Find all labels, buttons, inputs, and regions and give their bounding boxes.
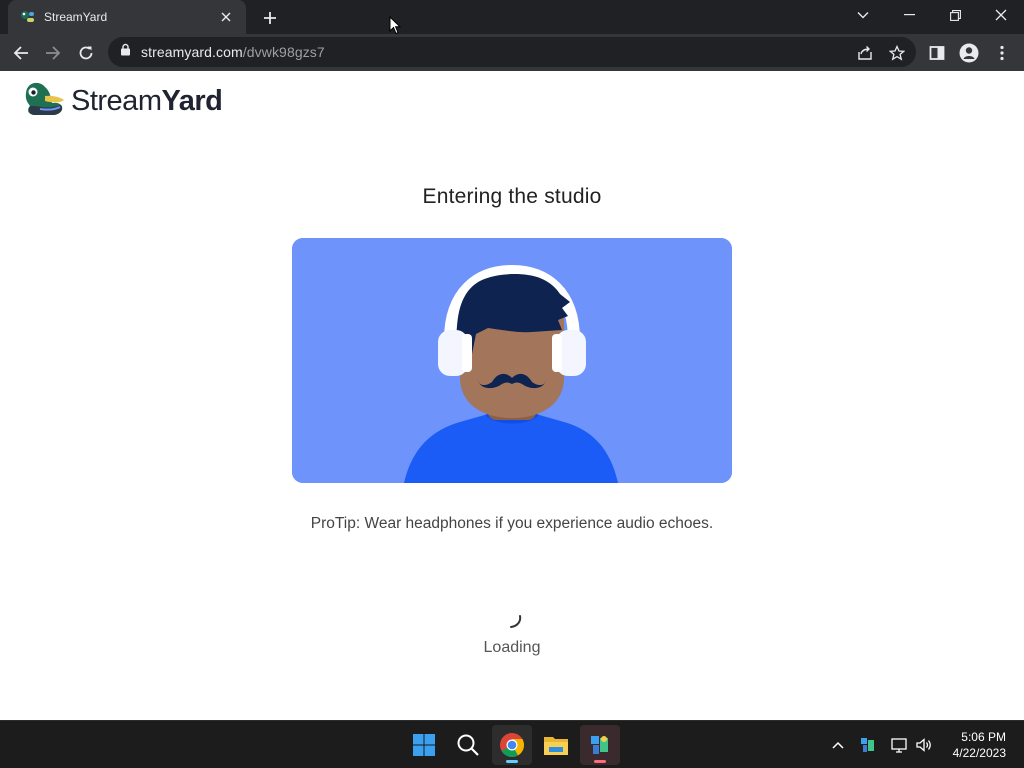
streamyard-favicon-icon	[20, 9, 36, 25]
share-icon[interactable]	[854, 42, 876, 64]
loading-text: Loading	[483, 639, 541, 656]
volume-icon[interactable]	[914, 735, 934, 755]
headphones-illustration	[292, 238, 732, 483]
browser-toolbar: streamyard.com/dvwk98gzs7	[0, 34, 1024, 71]
close-window-icon[interactable]	[978, 0, 1024, 30]
reload-icon[interactable]	[73, 40, 99, 66]
chevron-up-icon[interactable]	[828, 735, 848, 755]
protip-text: ProTip: Wear headphones if you experienc…	[310, 515, 714, 532]
streamyard-app-icon[interactable]	[580, 725, 620, 765]
url-text: streamyard.com/dvwk98gzs7	[141, 44, 325, 60]
search-icon[interactable]	[448, 725, 488, 765]
file-explorer-icon[interactable]	[536, 725, 576, 765]
address-bar[interactable]: streamyard.com/dvwk98gzs7	[108, 37, 916, 67]
start-icon[interactable]	[404, 725, 444, 765]
logo-text-bold: Yard	[161, 85, 223, 117]
new-tab-icon[interactable]	[258, 6, 282, 30]
tab-search-icon[interactable]	[840, 0, 886, 30]
minimize-icon[interactable]	[886, 0, 932, 30]
system-clock[interactable]: 5:06 PM 4/22/2023	[953, 729, 1006, 761]
clock-date: 4/22/2023	[952, 746, 1006, 760]
chrome-icon[interactable]	[492, 725, 532, 765]
browser-tab[interactable]: StreamYard	[8, 0, 246, 34]
menu-kebab-icon[interactable]	[989, 40, 1015, 66]
active-app-indicator	[506, 760, 518, 763]
bookmark-star-icon[interactable]	[886, 42, 908, 64]
active-app-indicator	[594, 760, 606, 763]
lock-icon[interactable]	[120, 43, 131, 61]
clock-time: 5:06 PM	[961, 730, 1006, 744]
url-path: /dvwk98gzs7	[242, 44, 325, 60]
tab-title: StreamYard	[44, 10, 108, 24]
duck-logo-icon	[24, 81, 66, 122]
logo-text-regular: Stream	[71, 85, 162, 117]
url-host: streamyard.com	[141, 44, 243, 60]
close-tab-icon[interactable]	[216, 7, 236, 27]
side-panel-icon[interactable]	[924, 40, 950, 66]
page-content: StreamYard Entering the studio ProTip: W…	[0, 71, 1024, 720]
profile-icon[interactable]	[956, 40, 982, 66]
streamyard-logo[interactable]: StreamYard	[24, 81, 223, 122]
back-icon[interactable]	[8, 40, 34, 66]
tab-strip: StreamYard	[0, 0, 1024, 35]
network-icon[interactable]	[890, 735, 910, 755]
windows-taskbar: 5:06 PM 4/22/2023	[0, 720, 1024, 768]
forward-icon[interactable]	[40, 40, 66, 66]
page-title: Entering the studio	[422, 185, 602, 208]
loading-spinner-icon	[504, 611, 524, 631]
restore-icon[interactable]	[932, 0, 978, 30]
tray-app-icon[interactable]	[858, 735, 878, 755]
logo-wordmark: StreamYard	[71, 85, 223, 118]
